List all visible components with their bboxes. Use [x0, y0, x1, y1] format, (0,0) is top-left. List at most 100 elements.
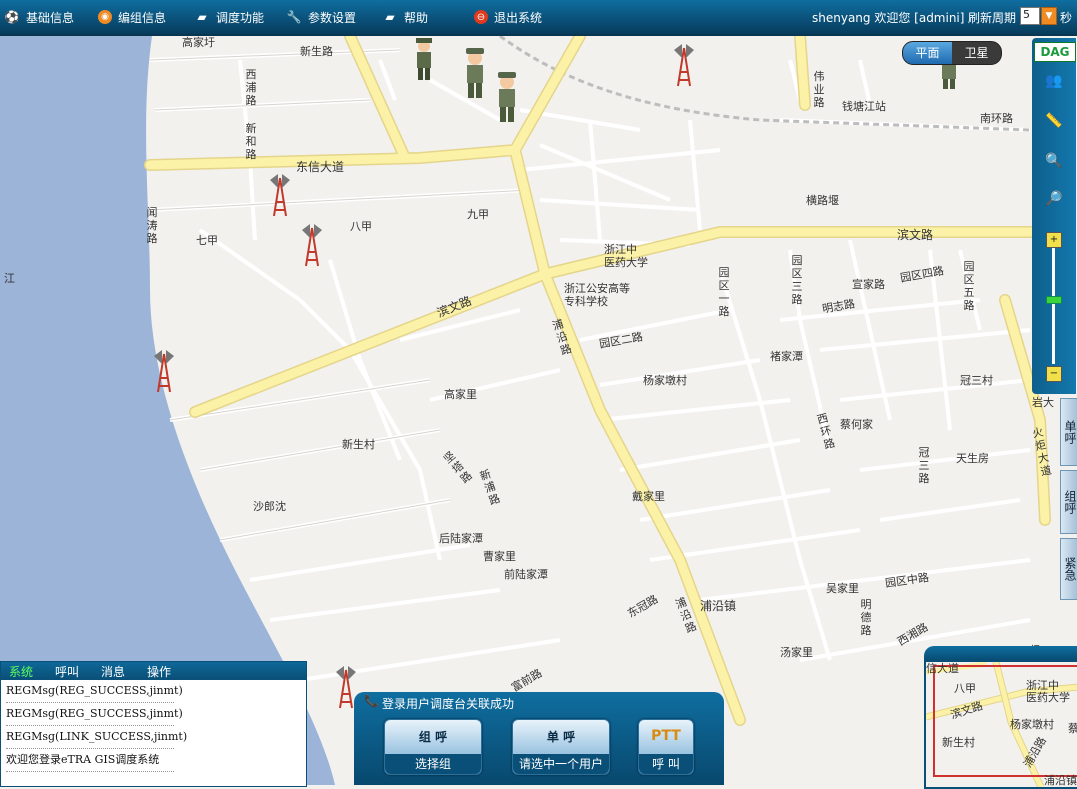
log-tab-operation[interactable]: 操作 — [147, 663, 171, 680]
overview-label: 浦沿镇 — [1044, 774, 1077, 787]
map-label: 园区一路 — [718, 266, 730, 318]
map-label: 七甲 — [196, 234, 218, 247]
map-label: 汤家里 — [780, 646, 813, 659]
ptt-sub: 呼 叫 — [639, 754, 693, 774]
welcome-text: shenyang 欢迎您 [admini] — [812, 11, 965, 25]
log-line: REGMsg(REG_SUCCESS,jinmt) — [6, 703, 183, 726]
menu-exit[interactable]: ⊖ 退出系统 — [474, 6, 542, 28]
zoom-in-icon[interactable]: 🔍 — [1040, 148, 1068, 174]
radio-tower-icon[interactable] — [152, 348, 176, 394]
menu-group-info[interactable]: ◉ 编组信息 — [98, 6, 166, 28]
map-label: 沙郎沈 — [253, 500, 286, 513]
map-type-toggle[interactable]: 平面 卫星 — [902, 41, 1002, 65]
map-label: 戴家里 — [632, 490, 665, 503]
log-panel: 系统 呼叫 消息 操作 REGMsg(REG_SUCCESS,jinmt) RE… — [0, 661, 307, 787]
menu-dispatch[interactable]: ▰ 调度功能 — [194, 6, 264, 28]
zoom-slider[interactable]: + − — [1046, 232, 1062, 382]
refresh-period-input[interactable]: 5 — [1020, 7, 1040, 25]
map-label: 冠三路 — [918, 446, 930, 485]
monitor-icon: ▰ — [197, 10, 207, 24]
map-label: 新和路 — [245, 122, 257, 161]
menu-basic-info[interactable]: ⚽ 基础信息 — [4, 6, 75, 28]
map-label: 伟业路 — [813, 70, 825, 109]
map-plain-option[interactable]: 平面 — [903, 42, 952, 64]
single-call-tab[interactable]: 单呼 — [1060, 398, 1077, 466]
map-label: 九甲 — [467, 208, 489, 221]
map-label: 滨文路 — [897, 228, 934, 242]
refresh-unit: 秒 — [1060, 11, 1073, 25]
map-label: 明德路 — [860, 598, 872, 637]
zoom-slider-minus-icon[interactable]: − — [1046, 366, 1062, 382]
radio-tower-icon[interactable] — [268, 172, 292, 218]
map-label: 岩大 — [1032, 396, 1054, 409]
rss-icon: ◉ — [98, 10, 112, 24]
zoom-slider-track — [1052, 248, 1055, 364]
map-label: 新生村 — [342, 438, 375, 451]
map-label: 天生房 — [956, 452, 989, 465]
overview-label: 信大道 — [926, 662, 959, 675]
zoom-slider-plus-icon[interactable]: + — [1046, 232, 1062, 248]
monitor-icon: ▰ — [385, 10, 395, 24]
group-call-tab[interactable]: 组呼 — [1060, 470, 1077, 534]
menu-help[interactable]: ▰ 帮助 — [382, 6, 428, 28]
map-label: 浙江中 医药大学 — [604, 243, 648, 269]
map-label: 新生路 — [300, 45, 333, 58]
single-call-button[interactable]: 单 呼 请选中一个用户 — [512, 719, 610, 775]
overview-label: 蔡 — [1068, 720, 1077, 736]
overview-label: 八甲 — [954, 682, 976, 695]
map-label: 园区三路 — [791, 254, 803, 306]
user-group-icon[interactable]: 👥 — [1040, 68, 1068, 94]
map-satellite-option[interactable]: 卫星 — [952, 42, 1001, 64]
map-label: 南环路 — [980, 112, 1013, 125]
phone-icon: 📞 — [364, 694, 379, 708]
log-tab-system[interactable]: 系统 — [9, 663, 33, 680]
overview-map[interactable]: 八甲 浙江中 医药大学 滨文路 杨家墩村 新生村 浦沿路 浦沿镇 信大道 蔡 — [924, 660, 1077, 789]
refresh-dropdown-button[interactable]: ▼ — [1041, 7, 1057, 25]
group-call-sub: 选择组 — [385, 754, 481, 774]
overview-label: 新生村 — [942, 736, 975, 749]
wrench-icon: 🔧 — [286, 10, 302, 24]
map-label: 西浦路 — [245, 68, 257, 107]
log-line: 欢迎您登录eTRA GIS调度系统 — [6, 749, 174, 772]
menu-settings[interactable]: 🔧 参数设置 — [286, 6, 357, 28]
emergency-tab[interactable]: 紧急 — [1060, 538, 1077, 600]
map-label: 横路堰 — [806, 194, 839, 207]
map-label: 江 — [4, 272, 15, 285]
top-menu-bar: ⚽ 基础信息 ◉ 编组信息 ▰ 调度功能 🔧 参数设置 ▰ 帮助 ⊖ 退出系统 … — [0, 0, 1077, 36]
radio-tower-icon[interactable] — [300, 222, 324, 268]
map-label: 褚家潭 — [770, 350, 803, 363]
zoom-slider-handle[interactable] — [1046, 296, 1062, 304]
map-label: 吴家里 — [826, 582, 859, 595]
single-call-title: 单 呼 — [546, 730, 576, 744]
map-label: 曹家里 — [483, 550, 516, 563]
map-label: 闻涛路 — [146, 206, 158, 245]
radio-tower-icon[interactable] — [672, 42, 696, 88]
overview-label: 杨家墩村 — [1010, 718, 1054, 731]
map-label: 浙江公安高等 专科学校 — [564, 282, 630, 308]
police-officer-icon[interactable] — [492, 66, 522, 124]
group-call-button[interactable]: 组 呼 选择组 — [384, 719, 482, 775]
single-call-sub: 请选中一个用户 — [513, 754, 609, 774]
map-label: 蔡何家 — [840, 418, 873, 431]
map-label: 杨家墩村 — [643, 374, 687, 387]
ptt-call-button[interactable]: PTT 呼 叫 — [638, 719, 694, 775]
call-status-text: 登录用户调度台关联成功 — [382, 697, 515, 711]
ruler-icon[interactable]: 📏 — [1040, 108, 1068, 134]
log-tab-call[interactable]: 呼叫 — [55, 663, 79, 680]
log-line: REGMsg(REG_SUCCESS,jinmt) — [6, 680, 183, 703]
log-line: REGMsg(LINK_SUCCESS,jinmt) — [6, 726, 187, 749]
map-label: 宣家路 — [852, 278, 885, 291]
exit-icon: ⊖ — [474, 10, 488, 24]
police-officer-icon[interactable] — [404, 32, 444, 82]
map-label: 高家里 — [444, 388, 477, 401]
map-label: 前陆家潭 — [504, 568, 548, 581]
ptt-title: PTT — [651, 728, 681, 744]
refresh-label: 刷新周期 — [968, 11, 1017, 25]
zoom-out-icon[interactable]: 🔎 — [1040, 186, 1068, 212]
call-panel: 📞 登录用户调度台关联成功 组 呼 选择组 单 呼 请选中一个用户 PTT 呼 … — [354, 692, 724, 785]
map-label: 高家圩 — [182, 36, 215, 49]
police-officer-icon[interactable] — [460, 42, 490, 100]
dag-logo: DAG — [1034, 42, 1076, 62]
log-tab-message[interactable]: 消息 — [101, 663, 125, 680]
map-label: 冠三村 — [960, 374, 993, 387]
